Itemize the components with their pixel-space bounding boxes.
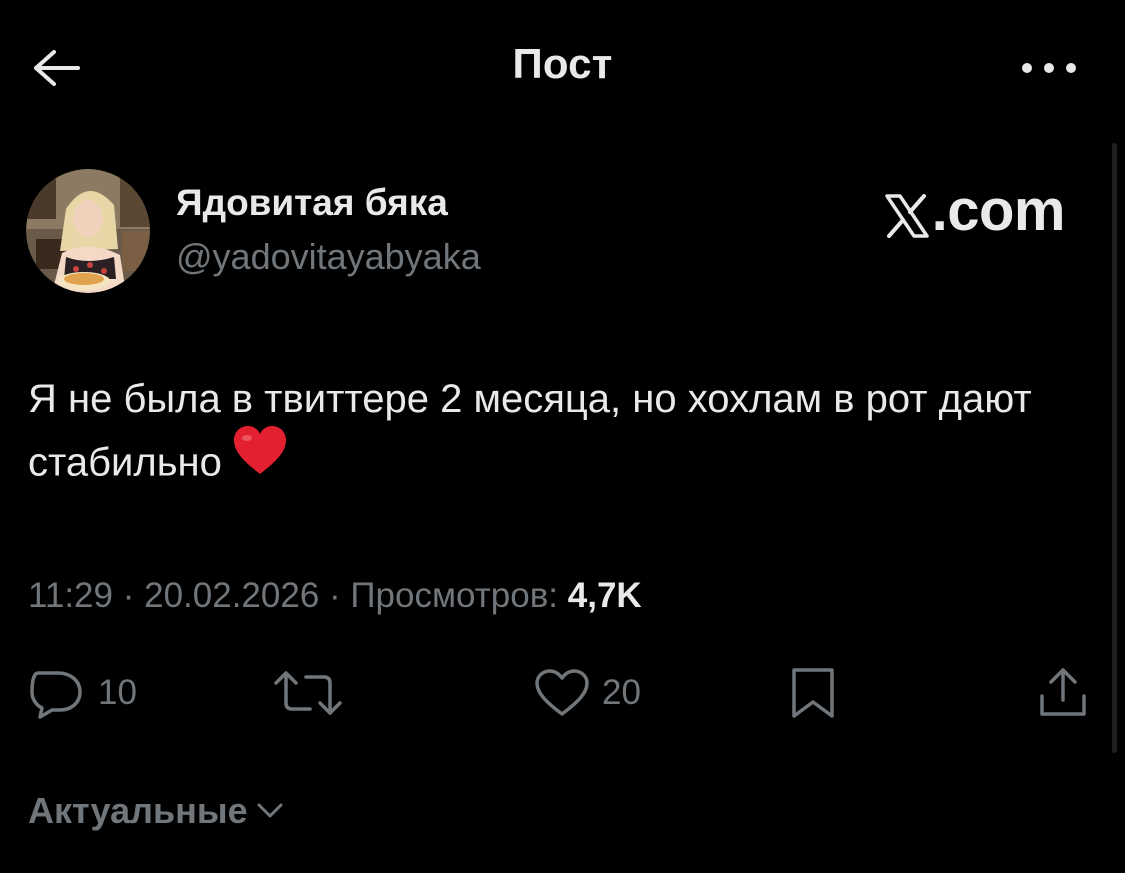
like-button[interactable]: 20 [534, 663, 641, 723]
like-count: 20 [602, 673, 641, 712]
tweet-meta: 11:29 · 20.02.2026 · Просмотров: 4,7K [28, 576, 642, 616]
reply-button[interactable]: 10 [28, 663, 137, 723]
watermark-domain: .com [931, 178, 1066, 243]
chevron-down-icon [257, 803, 283, 818]
author-name[interactable]: Ядовитая бяка [176, 182, 448, 224]
views-label: Просмотров: [350, 576, 568, 615]
x-com-watermark: .com [884, 177, 1066, 244]
page-title: Пост [512, 40, 613, 87]
retweet-button[interactable] [272, 663, 344, 723]
replies-sort-dropdown[interactable]: Актуальные [28, 790, 284, 832]
tweet-text: Я не была в твиттере 2 месяца, но хохлам… [28, 368, 1088, 500]
bookmark-icon [792, 668, 834, 718]
share-icon [1040, 668, 1086, 716]
author-handle[interactable]: @yadovitayabyaka [176, 236, 481, 278]
tweet-time: 11:29 [28, 576, 113, 615]
tweet-body: Я не была в твиттере 2 месяца, но хохлам… [28, 377, 1032, 485]
tweet-date: 20.02.2026 [144, 576, 320, 615]
share-button[interactable] [1036, 663, 1090, 723]
reply-count: 10 [98, 673, 137, 712]
retweet-icon [274, 671, 342, 715]
comment-icon [30, 671, 82, 719]
meta-separator: · [319, 576, 351, 615]
red-heart-emoji [232, 424, 288, 494]
bookmark-button[interactable] [790, 663, 836, 723]
heart-outline-icon [535, 669, 589, 716]
meta-separator: · [113, 576, 145, 615]
sort-label: Актуальные [28, 790, 248, 831]
avatar[interactable] [26, 169, 150, 293]
views-count[interactable]: 4,7K [568, 576, 642, 615]
more-options-button[interactable] [1017, 56, 1077, 80]
more-dots-icon [1022, 63, 1076, 73]
scrollbar[interactable] [1112, 143, 1117, 753]
x-logo [884, 194, 929, 238]
